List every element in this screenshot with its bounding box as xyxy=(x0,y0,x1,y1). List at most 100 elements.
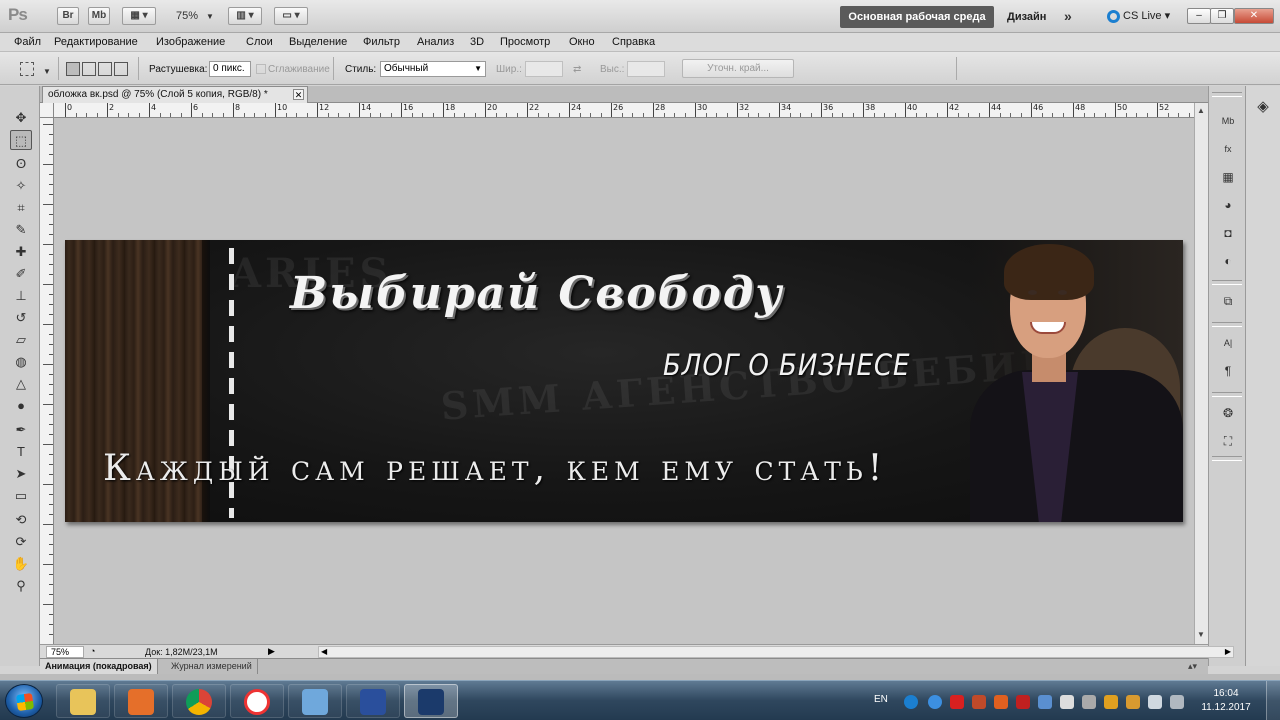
bridge-button[interactable]: Br xyxy=(57,7,79,25)
intersect-selection-icon[interactable] xyxy=(114,62,128,76)
scroll-left-icon[interactable]: ◀ xyxy=(321,647,327,656)
masks-panel-icon[interactable]: ◘ xyxy=(1218,224,1238,242)
start-button[interactable] xyxy=(5,684,43,718)
menu-help[interactable]: Справка xyxy=(612,36,655,48)
close-document-icon[interactable]: ✕ xyxy=(293,89,304,100)
move-tool-icon[interactable]: ✥ xyxy=(10,108,32,128)
cs-live-button[interactable]: CS Live ▾ xyxy=(1107,9,1170,23)
panel-group-grip[interactable] xyxy=(1212,92,1242,97)
zoom-tool-icon[interactable]: ⚲ xyxy=(10,576,32,596)
lasso-tool-icon[interactable]: ʘ xyxy=(10,154,32,174)
menu-layers[interactable]: Слои xyxy=(246,36,273,48)
tray-keyboard-icon[interactable] xyxy=(1170,695,1184,709)
vertical-scrollbar[interactable]: ▲ ▼ xyxy=(1194,103,1208,644)
antialias-checkbox[interactable] xyxy=(256,64,266,74)
blur-tool-icon[interactable]: △ xyxy=(10,374,32,394)
feather-input[interactable]: 0 пикс. xyxy=(209,61,251,77)
language-indicator[interactable]: EN xyxy=(874,694,888,705)
panel-menu-icon[interactable]: ▴▾ xyxy=(1188,661,1197,672)
restore-button[interactable]: ❐ xyxy=(1210,8,1234,24)
eyedropper-icon[interactable]: ✎ xyxy=(10,220,32,240)
dodge-tool-icon[interactable]: ● xyxy=(10,396,32,416)
subtract-selection-icon[interactable] xyxy=(98,62,112,76)
minimize-button[interactable]: – xyxy=(1187,8,1211,24)
arrange-documents-button[interactable]: ▥ ▾ xyxy=(228,7,262,25)
styles-panel-icon[interactable]: ◕ xyxy=(1218,196,1238,214)
more-workspaces-icon[interactable]: » xyxy=(1064,8,1072,24)
tray-adobe-icon[interactable] xyxy=(950,695,964,709)
status-zoom-field[interactable]: 75% xyxy=(46,646,84,658)
tray-power-icon[interactable] xyxy=(1060,695,1074,709)
view-extras-button[interactable]: ▦ ▾ xyxy=(122,7,156,25)
width-input[interactable] xyxy=(525,61,563,77)
swap-icon[interactable]: ⇄ xyxy=(573,64,581,75)
scroll-right-icon[interactable]: ▶ xyxy=(1225,647,1231,656)
height-input[interactable] xyxy=(627,61,665,77)
tray-cslive-icon[interactable] xyxy=(904,695,918,709)
horizontal-ruler[interactable]: 0 2 4 6 8 10 12 14 16 18 20 22 24 26 28 30 32 34 36 38 40 42 4… xyxy=(54,103,1194,118)
crop-tool-icon[interactable]: ⌗ xyxy=(10,198,32,218)
marquee-preset-icon[interactable] xyxy=(20,62,34,76)
scroll-up-icon[interactable]: ▲ xyxy=(1197,106,1205,115)
character-panel-icon[interactable]: A| xyxy=(1218,334,1238,352)
minibridge-panel-icon[interactable]: Mb xyxy=(1218,112,1238,130)
refine-edge-button[interactable]: Уточн. край... xyxy=(682,59,794,78)
status-preview-icon[interactable]: ◔ xyxy=(90,646,95,656)
pen-tool-icon[interactable]: ✒ xyxy=(10,420,32,440)
new-selection-icon[interactable] xyxy=(66,62,80,76)
tray-signal-icon[interactable] xyxy=(1082,695,1096,709)
tray-tool-icon[interactable] xyxy=(972,695,986,709)
type-tool-icon[interactable]: T xyxy=(10,442,32,462)
menu-view[interactable]: Просмотр xyxy=(500,36,550,48)
screen-mode-button[interactable]: ▭ ▾ xyxy=(274,7,308,25)
tray-bluetooth-icon[interactable] xyxy=(1038,695,1052,709)
healing-brush-icon[interactable]: ✚ xyxy=(10,242,32,262)
tray-volume-icon[interactable] xyxy=(1148,695,1162,709)
show-desktop-button[interactable] xyxy=(1266,681,1280,720)
scroll-down-icon[interactable]: ▼ xyxy=(1197,630,1205,639)
panel-group-grip[interactable] xyxy=(1212,456,1242,461)
paragraph-panel-icon[interactable]: ¶ xyxy=(1218,362,1238,380)
magic-wand-icon[interactable]: ✧ xyxy=(10,176,32,196)
status-menu-arrow-icon[interactable]: ▶ xyxy=(268,646,275,657)
vertical-ruler[interactable] xyxy=(40,118,54,644)
menu-select[interactable]: Выделение xyxy=(289,36,347,48)
3d-orbit-icon[interactable]: ⟳ xyxy=(10,532,32,552)
tab-animation[interactable]: Анимация (покадровая) xyxy=(40,659,158,675)
explorer-app-button[interactable] xyxy=(56,684,110,718)
layers-panel-icon[interactable]: ◈ xyxy=(1253,98,1273,116)
menu-edit[interactable]: Редактирование xyxy=(54,36,138,48)
tray-shield-icon[interactable] xyxy=(928,695,942,709)
document-tab[interactable]: обложка вк.psd @ 75% (Слой 5 копия, RGB/… xyxy=(42,86,308,103)
3d-panel-icon[interactable]: ❂ xyxy=(1218,404,1238,422)
menu-filter[interactable]: Фильтр xyxy=(363,36,400,48)
3d-rotate-icon[interactable]: ⟲ xyxy=(10,510,32,530)
tray-app-icon[interactable] xyxy=(1126,695,1140,709)
tray-network-icon[interactable] xyxy=(1104,695,1118,709)
menu-file[interactable]: Файл xyxy=(14,36,41,48)
menu-image[interactable]: Изображение xyxy=(156,36,225,48)
swatches-panel-icon[interactable]: ▦ xyxy=(1218,168,1238,186)
horizontal-scrollbar[interactable]: ◀ ▶ xyxy=(318,646,1234,658)
marquee-tool-icon[interactable]: ⬚ xyxy=(10,130,32,150)
yandex-browser-app-button[interactable] xyxy=(230,684,284,718)
panel-group-grip[interactable] xyxy=(1212,280,1242,285)
chrome-app-button[interactable] xyxy=(172,684,226,718)
workspace-design-button[interactable]: Дизайн xyxy=(1007,11,1046,23)
close-button[interactable]: ✕ xyxy=(1234,8,1274,24)
rectangle-tool-icon[interactable]: ▭ xyxy=(10,486,32,506)
add-to-selection-icon[interactable] xyxy=(82,62,96,76)
style-select[interactable]: Обычный ▼ xyxy=(380,61,486,77)
stamp-tool-icon[interactable]: ⊥ xyxy=(10,286,32,306)
photoshop-app-button[interactable] xyxy=(404,684,458,718)
workspace-essentials-button[interactable]: Основная рабочая среда xyxy=(840,6,994,28)
save-app-button[interactable] xyxy=(346,684,400,718)
system-clock[interactable]: 16:04 11.12.2017 xyxy=(1200,687,1252,715)
bucket-tool-icon[interactable]: ◍ xyxy=(10,352,32,372)
panel-group-grip[interactable] xyxy=(1212,322,1242,327)
transform-panel-icon[interactable]: ⛶ xyxy=(1218,432,1238,450)
ruler-origin[interactable] xyxy=(40,103,54,118)
menu-analysis[interactable]: Анализ xyxy=(417,36,454,48)
path-select-icon[interactable]: ➤ xyxy=(10,464,32,484)
panel-group-grip[interactable] xyxy=(1212,392,1242,397)
